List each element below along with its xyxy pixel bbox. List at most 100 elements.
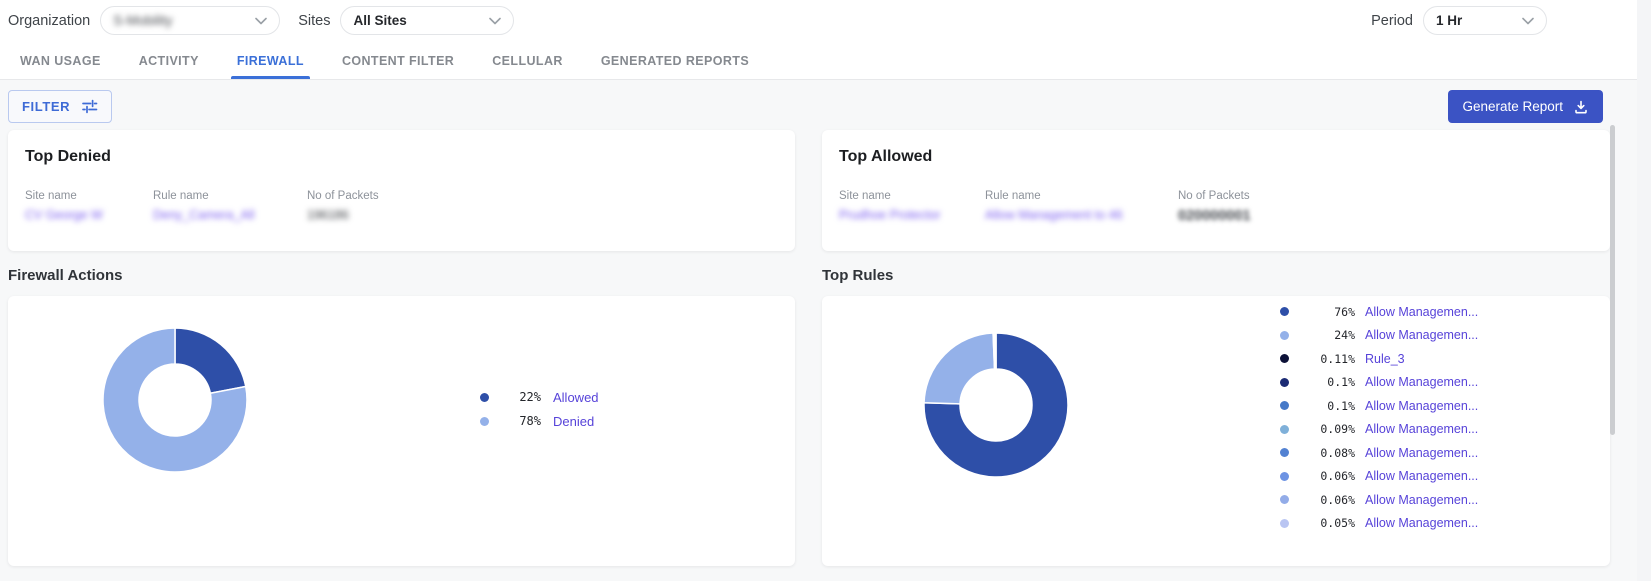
legend-dot bbox=[480, 393, 489, 402]
legend-label-link[interactable]: Rule_3 bbox=[1365, 352, 1405, 366]
rule-name-link[interactable]: Allow Management to 46 bbox=[985, 208, 1178, 222]
top-denied-title: Top Denied bbox=[25, 148, 778, 166]
legend-label-link[interactable]: Allow Managemen... bbox=[1365, 469, 1478, 483]
vertical-scrollbar-thumb[interactable] bbox=[1610, 125, 1615, 435]
legend-dot bbox=[1280, 378, 1289, 387]
legend-percent: 0.06% bbox=[1303, 493, 1355, 507]
firewall-actions-card: 22% Allowed 78% Denied bbox=[8, 296, 795, 566]
top-bar: Organization S-Mobility Sites All Sites … bbox=[0, 0, 1637, 41]
summary-row: Top Denied Site name CV George W Rule na… bbox=[8, 130, 1610, 251]
legend-dot bbox=[1280, 307, 1289, 316]
legend-row: 0.11% Rule_3 bbox=[1280, 347, 1478, 371]
charts-row: 22% Allowed 78% Denied 76% Allow Managemen..… bbox=[8, 296, 1610, 566]
legend-label-link[interactable]: Allow Managemen... bbox=[1365, 493, 1478, 507]
legend-percent: 0.08% bbox=[1303, 446, 1355, 460]
organization-select[interactable]: S-Mobility bbox=[100, 6, 280, 35]
sites-label: Sites bbox=[298, 13, 330, 29]
legend-dot bbox=[1280, 472, 1289, 481]
sites-select[interactable]: All Sites bbox=[340, 6, 514, 35]
tune-icon bbox=[81, 98, 98, 115]
packets-value: 020000001 bbox=[1178, 208, 1251, 224]
legend-row: 22% Allowed bbox=[480, 385, 599, 409]
column-header-site-name: Site name bbox=[839, 190, 985, 202]
legend-row: 0.05% Allow Managemen... bbox=[1280, 512, 1478, 536]
donut-slice[interactable] bbox=[924, 333, 995, 404]
legend-label-link[interactable]: Allow Managemen... bbox=[1365, 399, 1478, 413]
site-name-link[interactable]: Prudhoe Protector bbox=[839, 208, 985, 222]
legend-percent: 0.09% bbox=[1303, 422, 1355, 436]
legend-row: 0.1%Allow Managemen... bbox=[1280, 371, 1478, 395]
tab-firewall[interactable]: FIREWALL bbox=[231, 54, 310, 79]
tab-generated-reports[interactable]: GENERATED REPORTS bbox=[595, 54, 755, 79]
legend-dot bbox=[1280, 519, 1289, 528]
period-label: Period bbox=[1371, 13, 1413, 29]
top-allowed-title: Top Allowed bbox=[839, 148, 1593, 166]
section-headings: Firewall Actions Top Rules bbox=[8, 267, 1610, 284]
legend-dot bbox=[480, 417, 489, 426]
tab-cellular[interactable]: CELLULAR bbox=[486, 54, 569, 79]
top-allowed-table: Site name Prudhoe Protector Rule name Al… bbox=[839, 190, 1593, 224]
tab-content-filter[interactable]: CONTENT FILTER bbox=[336, 54, 460, 79]
legend-label-link[interactable]: Allow Managemen... bbox=[1365, 328, 1478, 342]
tab-wan-usage[interactable]: WAN USAGE bbox=[14, 54, 107, 79]
period-group: Period 1 Hr bbox=[1371, 6, 1547, 35]
legend-label-link[interactable]: Allow Managemen... bbox=[1365, 375, 1478, 389]
legend-percent: 0.1% bbox=[1303, 399, 1355, 413]
organization-label: Organization bbox=[8, 13, 90, 29]
top-allowed-card: Top Allowed Site name Prudhoe Protector … bbox=[822, 130, 1610, 251]
top-denied-table: Site name CV George W Rule name Deny_Cam… bbox=[25, 190, 778, 222]
column-header-packets: No of Packets bbox=[307, 190, 379, 202]
top-rules-donut-chart[interactable] bbox=[921, 330, 1071, 480]
legend-dot bbox=[1280, 495, 1289, 504]
donut-slice[interactable] bbox=[175, 328, 246, 393]
legend-dot bbox=[1280, 425, 1289, 434]
column-header-site-name: Site name bbox=[25, 190, 153, 202]
legend-percent: 78% bbox=[503, 414, 541, 428]
column-header-rule-name: Rule name bbox=[153, 190, 307, 202]
filter-button[interactable]: FILTER bbox=[8, 90, 112, 123]
column-header-rule-name: Rule name bbox=[985, 190, 1178, 202]
legend-dot bbox=[1280, 354, 1289, 363]
legend-dot bbox=[1280, 448, 1289, 457]
legend-dot bbox=[1280, 331, 1289, 340]
toolbar: FILTER Generate Report bbox=[8, 90, 1610, 123]
top-rules-legend: 76%Allow Managemen...24%Allow Managemen.… bbox=[1280, 300, 1478, 535]
column-header-packets: No of Packets bbox=[1178, 190, 1251, 202]
legend-row: 0.08% Allow Managemen... bbox=[1280, 441, 1478, 465]
legend-label-link[interactable]: Allow Managemen... bbox=[1365, 516, 1478, 530]
legend-dot bbox=[1280, 401, 1289, 410]
legend-label-link[interactable]: Allow Managemen... bbox=[1365, 422, 1478, 436]
firewall-actions-donut-chart[interactable] bbox=[100, 325, 250, 475]
generate-report-button[interactable]: Generate Report bbox=[1448, 90, 1603, 123]
top-rules-card: 76%Allow Managemen...24%Allow Managemen.… bbox=[822, 296, 1610, 566]
top-rules-heading: Top Rules bbox=[822, 267, 893, 284]
top-denied-card: Top Denied Site name CV George W Rule na… bbox=[8, 130, 795, 251]
legend-row: 0.09% Allow Managemen... bbox=[1280, 418, 1478, 442]
legend-row: 24%Allow Managemen... bbox=[1280, 324, 1478, 348]
tab-activity[interactable]: ACTIVITY bbox=[133, 54, 205, 79]
legend-row: 0.06% Allow Managemen... bbox=[1280, 488, 1478, 512]
legend-label-link[interactable]: Allow Managemen... bbox=[1365, 305, 1478, 319]
organization-value: S-Mobility bbox=[113, 13, 172, 28]
legend-percent: 0.11% bbox=[1303, 352, 1355, 366]
firewall-actions-heading: Firewall Actions bbox=[8, 267, 795, 284]
tab-bar: WAN USAGE ACTIVITY FIREWALL CONTENT FILT… bbox=[0, 41, 1637, 80]
legend-label-link[interactable]: Allowed bbox=[553, 390, 599, 405]
period-select[interactable]: 1 Hr bbox=[1423, 6, 1547, 35]
sites-value: All Sites bbox=[353, 13, 406, 28]
legend-row: 78% Denied bbox=[480, 409, 599, 433]
site-name-link[interactable]: CV George W bbox=[25, 208, 153, 222]
legend-percent: 76% bbox=[1303, 305, 1355, 319]
legend-row: 0.06% Allow Managemen... bbox=[1280, 465, 1478, 489]
legend-percent: 0.05% bbox=[1303, 516, 1355, 530]
firewall-report-page: Organization S-Mobility Sites All Sites … bbox=[0, 0, 1637, 581]
legend-label-link[interactable]: Denied bbox=[553, 414, 594, 429]
filter-button-label: FILTER bbox=[22, 99, 70, 114]
legend-percent: 0.06% bbox=[1303, 469, 1355, 483]
generate-report-label: Generate Report bbox=[1462, 99, 1563, 114]
chevron-down-icon bbox=[489, 17, 501, 25]
legend-percent: 22% bbox=[503, 390, 541, 404]
legend-label-link[interactable]: Allow Managemen... bbox=[1365, 446, 1478, 460]
rule-name-link[interactable]: Deny_Camera_All bbox=[153, 208, 307, 222]
chevron-down-icon bbox=[1522, 17, 1534, 25]
